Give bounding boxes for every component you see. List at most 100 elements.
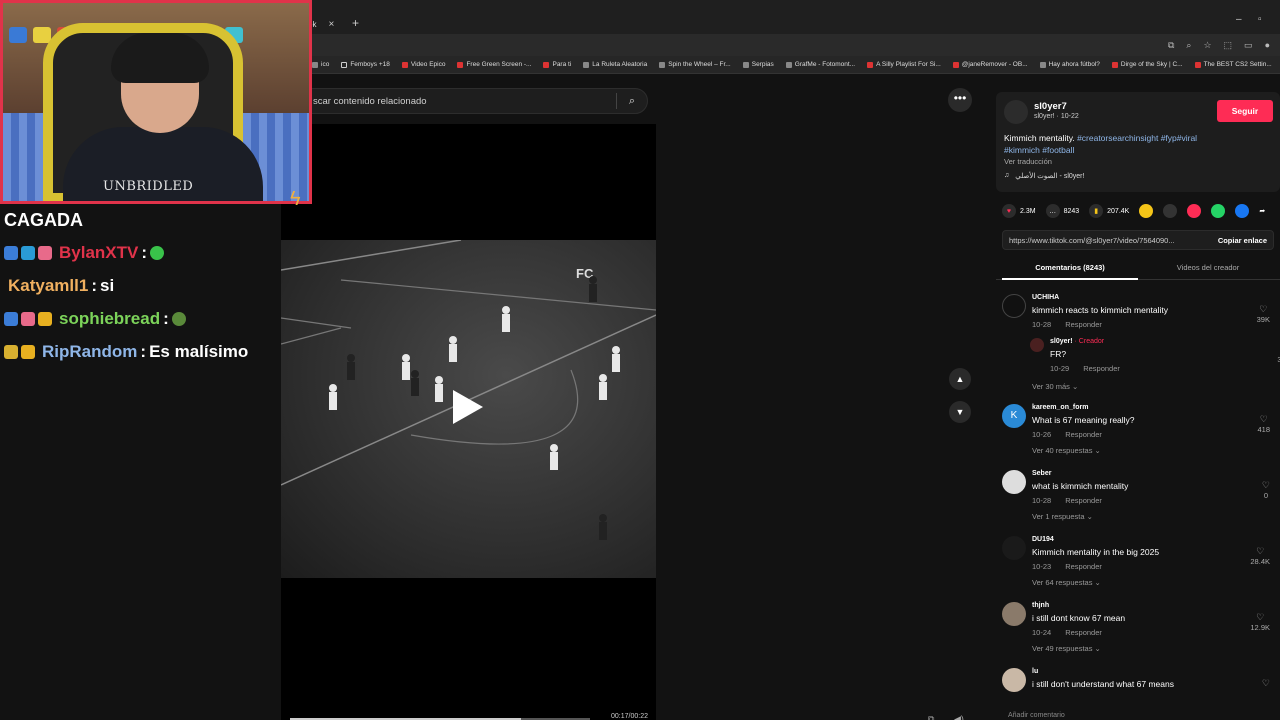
comment-user[interactable]: DU194 bbox=[1032, 536, 1054, 543]
like-action[interactable]: ♥ 2.3M bbox=[1002, 204, 1036, 218]
bookmark-item[interactable]: Para ti bbox=[543, 61, 571, 68]
bookmark-item[interactable]: Hay ahora fútbol? bbox=[1039, 61, 1100, 68]
bookmark-item[interactable]: Free Green Screen -... bbox=[457, 61, 531, 68]
search-input[interactable]: scar contenido relacionado bbox=[313, 96, 616, 107]
bookmark-item[interactable]: Video Epico bbox=[401, 61, 445, 68]
minimize-icon[interactable]: – bbox=[1236, 14, 1242, 25]
comment-avatar[interactable] bbox=[1002, 602, 1026, 626]
comment-like[interactable]: ♡ 28.4K bbox=[1250, 546, 1270, 566]
view-replies[interactable]: Ver 49 respuestas ⌄ bbox=[1032, 644, 1101, 653]
view-replies[interactable]: Ver 64 respuestas ⌄ bbox=[1032, 578, 1101, 587]
page-icon bbox=[785, 61, 792, 68]
comment-like[interactable]: ♡ 39K bbox=[1257, 304, 1270, 324]
music-line[interactable]: ♫ الصوت الأصلي - sl0yer! bbox=[1004, 172, 1084, 180]
comment-date: 10-28 bbox=[1032, 496, 1052, 505]
maximize-icon[interactable]: ▫ bbox=[1258, 14, 1262, 25]
previous-video-button[interactable]: ▲ bbox=[949, 368, 971, 390]
video-caption: Kimmich mentality. #creatorsearchinsight… bbox=[1004, 132, 1254, 156]
reply-avatar[interactable] bbox=[1030, 338, 1044, 352]
comment-reply: sl0yer! · Creador FR? 10-29 Responder ♡ … bbox=[1030, 338, 1280, 382]
comment-user[interactable]: Seber bbox=[1032, 470, 1051, 477]
view-replies[interactable]: Ver 40 respuestas ⌄ bbox=[1032, 446, 1101, 455]
bookmark-item[interactable]: Spin the Wheel – Fr... bbox=[659, 61, 731, 68]
comment-user[interactable]: lu bbox=[1032, 668, 1038, 675]
zoom-icon[interactable]: ⌕ bbox=[1186, 40, 1191, 51]
repost-icon[interactable] bbox=[1187, 204, 1202, 218]
comment-user[interactable]: UCHIHA bbox=[1032, 294, 1059, 301]
reply-user[interactable]: sl0yer! · Creador bbox=[1050, 338, 1104, 345]
minimize-player-icon[interactable]: ⧉ bbox=[928, 714, 934, 720]
bookmark-item[interactable]: Femboys +18 bbox=[341, 61, 390, 68]
save-action[interactable]: ▮ 207.4K bbox=[1089, 204, 1129, 218]
cast-icon[interactable]: ▭ bbox=[1244, 40, 1253, 51]
video-player[interactable]: FC 00:17/00:22 bbox=[281, 124, 656, 720]
chat-separator: : bbox=[91, 276, 97, 295]
comment-user[interactable]: thjnh bbox=[1032, 602, 1049, 609]
comment-avatar[interactable] bbox=[1002, 536, 1026, 560]
page-icon bbox=[659, 61, 666, 68]
comment-action[interactable]: … 8243 bbox=[1045, 204, 1079, 218]
embed-icon[interactable] bbox=[1163, 204, 1178, 218]
play-icon[interactable] bbox=[453, 390, 483, 424]
emoji-share-icon[interactable] bbox=[1139, 204, 1154, 218]
tab-comments[interactable]: Comentarios (8243) bbox=[1002, 260, 1138, 280]
copy-link-button[interactable]: Copiar enlace bbox=[1218, 236, 1267, 245]
install-app-icon[interactable]: ⧉ bbox=[1168, 40, 1174, 51]
more-options-button[interactable]: ••• bbox=[948, 88, 972, 112]
profile-icon[interactable]: ● bbox=[1265, 40, 1270, 51]
see-translation-link[interactable]: Ver traducción bbox=[1004, 157, 1052, 166]
whatsapp-icon[interactable] bbox=[1211, 204, 1226, 218]
search-icon[interactable]: ⌕ bbox=[617, 95, 647, 108]
chat-message: sophiebread: bbox=[4, 309, 186, 329]
star-icon[interactable]: ☆ bbox=[1203, 40, 1211, 51]
comment-like[interactable]: ♡ 0 bbox=[1262, 480, 1270, 500]
facebook-icon[interactable] bbox=[1235, 204, 1250, 218]
comment-avatar[interactable] bbox=[1002, 294, 1026, 318]
reply-button[interactable]: Responder bbox=[1083, 364, 1120, 373]
comment-avatar[interactable] bbox=[1002, 668, 1026, 692]
x-icon bbox=[543, 61, 550, 68]
tab-creator-videos[interactable]: Videos del creador bbox=[1140, 260, 1276, 276]
bookmark-item[interactable]: The BEST CS2 Settin... bbox=[1194, 61, 1272, 68]
heart-outline-icon: ♡ bbox=[1259, 414, 1268, 424]
comment-user[interactable]: kareem_on_form bbox=[1032, 404, 1088, 411]
comment-like[interactable]: ♡ bbox=[1262, 678, 1270, 689]
bookmark-label: Dirge of the Sky | C... bbox=[1120, 61, 1183, 68]
view-more-replies[interactable]: Ver 30 más ⌄ bbox=[1032, 382, 1078, 391]
bookmark-item[interactable]: La Ruleta Aleatoria bbox=[583, 61, 647, 68]
add-comment-input[interactable]: Añadir comentario bbox=[996, 712, 1280, 720]
extensions-icon[interactable]: ⬚ bbox=[1224, 40, 1233, 51]
bookmark-item[interactable]: GrafMe - Fotomont... bbox=[785, 61, 855, 68]
caption-hashtags[interactable]: #creatorsearchinsight #fyp#viral bbox=[1077, 133, 1197, 143]
reply-button[interactable]: Responder bbox=[1065, 320, 1102, 329]
comment-text: kimmich reacts to kimmich mentality bbox=[1032, 305, 1169, 315]
author-name[interactable]: sl0yer7 bbox=[1034, 101, 1067, 112]
reply-button[interactable]: Responder bbox=[1065, 562, 1102, 571]
video-frame[interactable]: FC bbox=[281, 240, 656, 578]
bookmark-item[interactable]: Serpias bbox=[742, 61, 774, 68]
tab-close-icon[interactable]: × bbox=[328, 19, 334, 30]
caption-hashtags-2[interactable]: #kimmich #football bbox=[1004, 145, 1074, 155]
comment-like[interactable]: ♡ 12.9K bbox=[1250, 612, 1270, 632]
comment-avatar[interactable]: K bbox=[1002, 404, 1026, 428]
bookmark-item[interactable]: Dirge of the Sky | C... bbox=[1111, 61, 1183, 68]
bookmark-item[interactable]: A Silly Playlist For Si... bbox=[867, 61, 941, 68]
video-url[interactable]: https://www.tiktok.com/@sl0yer7/video/75… bbox=[1009, 236, 1199, 245]
bookmark-item[interactable]: ico bbox=[312, 61, 329, 68]
comment-avatar[interactable] bbox=[1002, 470, 1026, 494]
search-bar[interactable]: scar contenido relacionado ⌕ bbox=[300, 88, 648, 114]
bookmark-item[interactable]: @janeRemover - OB... bbox=[952, 61, 1028, 68]
chat-username: RipRandom bbox=[42, 342, 138, 361]
reply-button[interactable]: Responder bbox=[1065, 628, 1102, 637]
follow-button[interactable]: Seguir bbox=[1217, 100, 1273, 122]
view-replies[interactable]: Ver 1 respuesta ⌄ bbox=[1032, 512, 1093, 521]
author-avatar[interactable] bbox=[1004, 100, 1028, 124]
share-arrow-icon[interactable]: ➦ bbox=[1259, 207, 1265, 215]
reply-button[interactable]: Responder bbox=[1065, 430, 1102, 439]
volume-icon[interactable]: ◀) bbox=[954, 714, 964, 720]
page-icon bbox=[312, 61, 318, 68]
next-video-button[interactable]: ▼ bbox=[949, 401, 971, 423]
comment-like[interactable]: ♡ 418 bbox=[1257, 414, 1270, 434]
new-tab-button[interactable]: + bbox=[352, 16, 359, 30]
reply-button[interactable]: Responder bbox=[1065, 496, 1102, 505]
